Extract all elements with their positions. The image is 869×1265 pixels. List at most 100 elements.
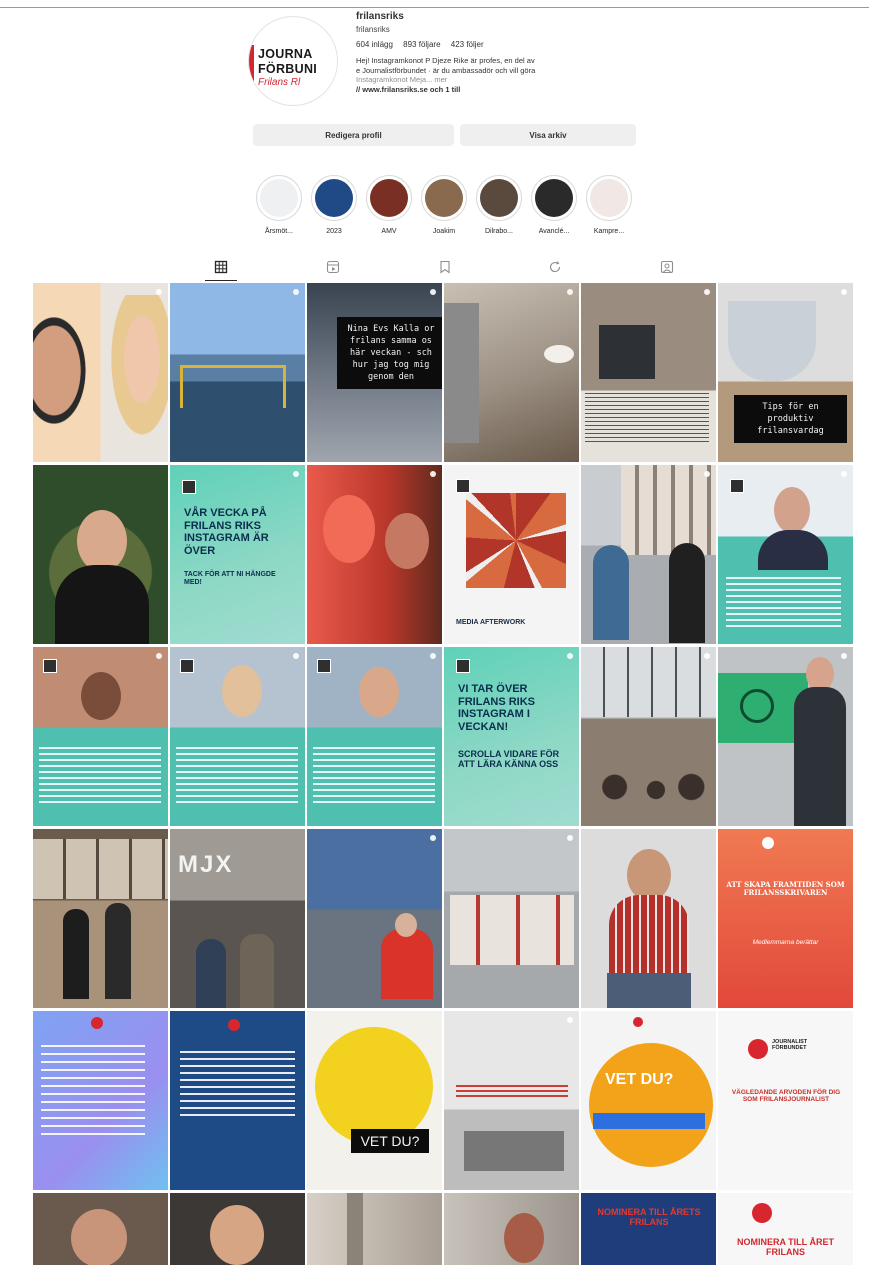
logo-circle [740,689,774,723]
logo-badge [228,1019,240,1031]
logo-badge [456,659,470,673]
portrait-face [222,665,262,717]
highlight-label: AMV [381,228,397,235]
post-headline: NOMINERA TILL ÅRETS FRILANS [597,1207,701,1228]
blue-banner [593,1113,705,1129]
post-tile[interactable]: MJX [170,829,305,1008]
post-tile[interactable] [33,1011,168,1190]
post-tile[interactable] [307,647,442,826]
highlight-3[interactable]: AMV [365,175,413,235]
bio-line-2: e Journalistförbundet · är du ambassadör… [356,65,536,75]
highlight-label: Dilrabo... [484,228,513,235]
post-tile[interactable] [170,1193,305,1265]
post-tile[interactable]: MEDIA AFTERWORK [444,465,579,644]
carousel-icon [156,289,162,295]
carousel-icon [704,471,710,477]
post-tile[interactable]: VET DU? [581,1011,716,1190]
portrait-face [81,672,121,720]
post-tile[interactable] [581,647,716,826]
post-tile[interactable] [33,283,168,462]
carousel-icon [430,471,436,477]
post-headline: VÄGLEDANDE ARVODEN FÖR DIG SOM FRILANSJO… [731,1089,841,1104]
caption-lines [39,747,161,807]
logo-badge [43,659,57,673]
top-divider [0,7,869,8]
post-tile[interactable] [170,1011,305,1190]
highlight-7[interactable]: Kampre... [585,175,633,235]
posts-count: 604 inlägg [356,40,393,49]
highlight-4[interactable]: Joakim [420,175,468,235]
logo-badge [748,1039,768,1059]
laptop-screen [599,325,655,379]
building-sign: MJX [178,851,234,878]
post-tile[interactable] [307,1193,442,1265]
post-caption: Nina Evs Kalla or frilans samma os här v… [337,317,442,389]
profile-info: frilansriks frilansriks 604 inlägg 893 f… [356,11,616,94]
post-tile[interactable]: VET DU? [307,1011,442,1190]
post-tile[interactable] [170,283,305,462]
avatar-text-line1: JOURNA [258,47,313,61]
post-tile[interactable] [718,647,853,826]
post-tile[interactable]: ATT SKAPA FRAMTIDEN SOM FRILANSSKRIVAREN… [718,829,853,1008]
bio-link[interactable]: // www.frilansriks.se och 1 till [356,85,616,95]
building [621,465,716,555]
post-tile[interactable] [307,829,442,1008]
highlight-6[interactable]: Avanclé... [530,175,578,235]
post-tile[interactable] [33,829,168,1008]
caption-lines [456,1085,568,1097]
profile-avatar[interactable]: JOURNA FÖRBUNI Frilans Rl [248,16,338,106]
carousel-icon [841,471,847,477]
carousel-icon [293,653,299,659]
post-tile[interactable] [444,829,579,1008]
post-tile[interactable]: JOURNALIST FÖRBUNDET VÄGLEDANDE ARVODEN … [718,1011,853,1190]
post-tile[interactable] [581,829,716,1008]
tab-activity[interactable] [548,260,562,274]
avatar-text-line2: FÖRBUNI [258,62,318,76]
portrait-shirt [758,530,828,570]
post-tile[interactable] [581,465,716,644]
followers-count[interactable]: 893 följare [403,40,440,49]
post-tile[interactable] [444,1193,579,1265]
portrait-face [627,849,671,901]
highlight-label: 2023 [326,228,342,235]
post-caption: Tips för en produktiv frilansvardag [734,395,847,443]
post-tile[interactable]: Tips för en produktiv frilansvardag [718,283,853,462]
tab-reels[interactable] [326,260,340,274]
post-tile[interactable] [33,647,168,826]
post-tile[interactable] [307,465,442,644]
bio-line-3[interactable]: Instagramkonot Meja... mer [356,75,616,85]
logo-badge [752,1203,772,1223]
tab-tagged[interactable] [660,260,674,274]
post-tile[interactable] [170,647,305,826]
highlight-5[interactable]: Dilrabo... [475,175,523,235]
view-archive-button[interactable]: Visa arkiv [460,124,636,146]
portrait-face [359,667,399,717]
portrait-face [77,510,127,572]
edit-profile-button[interactable]: Redigera profil [253,124,454,146]
post-tile[interactable] [718,465,853,644]
post-tile[interactable] [581,283,716,462]
post-tile[interactable]: VÅR VECKA PÅ FRILANS RIKS INSTAGRAM ÄR Ö… [170,465,305,644]
logo-badge [633,1017,643,1027]
highlight-1[interactable]: Årsmöt... [255,175,303,235]
post-subheadline: TACK FÖR ATT NI HÄNGDE MED! [184,571,276,587]
post-tile[interactable] [444,283,579,462]
caption-lines [180,1051,295,1121]
tab-saved[interactable] [438,260,452,274]
post-tile[interactable] [444,1011,579,1190]
post-tile[interactable]: VI TAR ÖVER FRILANS RIKS INSTAGRAM I VEC… [444,647,579,826]
carousel-icon [293,289,299,295]
post-headline: MEDIA AFTERWORK [456,619,526,626]
post-tile[interactable]: NOMINERA TILL ÅRET FRILANS [718,1193,853,1265]
post-tile[interactable] [33,1193,168,1265]
logo-badge [456,479,470,493]
portrait-face [774,487,810,533]
highlight-2[interactable]: 2023 [310,175,358,235]
post-tile[interactable]: Nina Evs Kalla or frilans samma os här v… [307,283,442,462]
post-tile[interactable]: NOMINERA TILL ÅRETS FRILANS [581,1193,716,1265]
post-tile[interactable] [33,465,168,644]
tab-posts[interactable] [205,260,237,281]
avatar-red-bar [249,45,254,87]
following-count[interactable]: 423 följer [451,40,484,49]
person [240,934,274,1008]
